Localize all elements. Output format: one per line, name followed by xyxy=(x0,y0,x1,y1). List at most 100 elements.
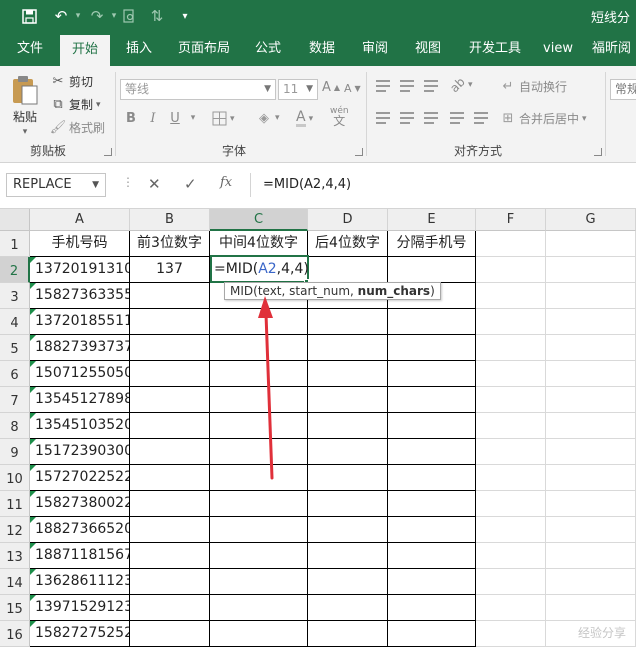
align-right-icon[interactable] xyxy=(424,112,438,124)
row-header-1[interactable]: 1 xyxy=(0,231,30,257)
cell-f16[interactable] xyxy=(476,621,546,647)
wrap-text-button[interactable]: ↵ 自动换行 xyxy=(500,78,567,95)
cell-b2[interactable]: 137 xyxy=(130,257,210,283)
cell-d1[interactable]: 后4位数字 xyxy=(308,231,388,257)
cell-g2[interactable] xyxy=(546,257,636,283)
tooltip-arg-start-num[interactable]: start_num xyxy=(289,284,350,298)
active-cell-c2[interactable]: =MID(A2,4,4) xyxy=(210,255,309,283)
cell-f8[interactable] xyxy=(476,413,546,439)
cell-e2[interactable] xyxy=(388,257,476,283)
cell-g6[interactable] xyxy=(546,361,636,387)
cell-d13[interactable] xyxy=(308,543,388,569)
paste-button[interactable]: 粘贴 ▾ xyxy=(10,74,40,137)
cell-f7[interactable] xyxy=(476,387,546,413)
insert-function-icon[interactable]: fx xyxy=(220,175,232,190)
cell-d15[interactable] xyxy=(308,595,388,621)
cell-e8[interactable] xyxy=(388,413,476,439)
clipboard-launcher-icon[interactable] xyxy=(104,148,112,156)
font-name-combo[interactable]: 等线 ▼ xyxy=(120,79,276,100)
select-all-corner[interactable] xyxy=(0,209,30,231)
tab-data[interactable]: 数据 xyxy=(300,32,344,66)
formula-input[interactable]: =MID(A2,4,4) xyxy=(250,173,636,197)
cell-g14[interactable] xyxy=(546,569,636,595)
cell-c6[interactable] xyxy=(210,361,308,387)
alignment-launcher-icon[interactable] xyxy=(594,148,602,156)
cell-c4[interactable] xyxy=(210,309,308,335)
cell-d14[interactable] xyxy=(308,569,388,595)
font-size-combo[interactable]: 11 ▼ xyxy=(278,79,318,100)
tab-insert[interactable]: 插入 xyxy=(118,32,160,66)
cell-g7[interactable] xyxy=(546,387,636,413)
column-header-c[interactable]: C xyxy=(210,209,308,231)
cell-f4[interactable] xyxy=(476,309,546,335)
cell-d2[interactable] xyxy=(308,257,388,283)
cell-a2[interactable]: 13720191310 xyxy=(30,257,130,283)
cell-e16[interactable] xyxy=(388,621,476,647)
cell-a15[interactable]: 13971529123 xyxy=(30,595,130,621)
cell-e5[interactable] xyxy=(388,335,476,361)
bold-button[interactable]: B xyxy=(122,111,140,126)
cell-b9[interactable] xyxy=(130,439,210,465)
borders-button[interactable]: ▾ xyxy=(212,111,235,126)
align-center-icon[interactable] xyxy=(400,112,414,124)
row-header-13[interactable]: 13 xyxy=(0,543,30,569)
tab-view-en[interactable]: view xyxy=(536,32,580,66)
format-painter-button[interactable]: 🖌 格式刷 xyxy=(50,119,105,136)
cell-c16[interactable] xyxy=(210,621,308,647)
cell-f15[interactable] xyxy=(476,595,546,621)
cell-d11[interactable] xyxy=(308,491,388,517)
grow-font-button[interactable]: A ▲ xyxy=(322,80,340,95)
cell-g5[interactable] xyxy=(546,335,636,361)
cell-e12[interactable] xyxy=(388,517,476,543)
tooltip-arg-num-chars[interactable]: num_chars xyxy=(358,284,430,298)
row-header-9[interactable]: 9 xyxy=(0,439,30,465)
align-left-icon[interactable] xyxy=(376,112,390,124)
tooltip-arg-text[interactable]: text xyxy=(258,284,282,298)
cell-c8[interactable] xyxy=(210,413,308,439)
cell-e11[interactable] xyxy=(388,491,476,517)
cell-e7[interactable] xyxy=(388,387,476,413)
align-middle-icon[interactable] xyxy=(400,80,414,92)
tab-file[interactable]: 文件 xyxy=(8,32,52,66)
cell-c5[interactable] xyxy=(210,335,308,361)
font-launcher-icon[interactable] xyxy=(355,148,363,156)
row-header-15[interactable]: 15 xyxy=(0,595,30,621)
row-header-11[interactable]: 11 xyxy=(0,491,30,517)
cell-d12[interactable] xyxy=(308,517,388,543)
row-header-6[interactable]: 6 xyxy=(0,361,30,387)
cell-f11[interactable] xyxy=(476,491,546,517)
cell-f13[interactable] xyxy=(476,543,546,569)
column-header-b[interactable]: B xyxy=(130,209,210,231)
cell-e4[interactable] xyxy=(388,309,476,335)
cut-button[interactable]: ✂ 剪切 xyxy=(50,73,93,90)
print-preview-icon[interactable] xyxy=(118,6,140,26)
cell-g15[interactable] xyxy=(546,595,636,621)
cell-b5[interactable] xyxy=(130,335,210,361)
tab-view[interactable]: 视图 xyxy=(406,32,450,66)
cell-e9[interactable] xyxy=(388,439,476,465)
cell-a8[interactable]: 13545103520 xyxy=(30,413,130,439)
cell-f14[interactable] xyxy=(476,569,546,595)
cell-b15[interactable] xyxy=(130,595,210,621)
tab-home[interactable]: 开始 xyxy=(60,35,110,66)
cell-g1[interactable] xyxy=(546,231,636,257)
undo-icon[interactable]: ↶ xyxy=(50,6,72,26)
row-header-4[interactable]: 4 xyxy=(0,309,30,335)
cell-b11[interactable] xyxy=(130,491,210,517)
cell-b1[interactable]: 前3位数字 xyxy=(130,231,210,257)
tab-review[interactable]: 审阅 xyxy=(354,32,396,66)
cell-a7[interactable]: 13545127898 xyxy=(30,387,130,413)
italic-button[interactable]: I xyxy=(144,111,162,126)
cell-d7[interactable] xyxy=(308,387,388,413)
cell-a13[interactable]: 18871181567 xyxy=(30,543,130,569)
cell-g10[interactable] xyxy=(546,465,636,491)
cell-b16[interactable] xyxy=(130,621,210,647)
cancel-icon[interactable]: ✕ xyxy=(148,175,161,193)
cell-e1[interactable]: 分隔手机号 xyxy=(388,231,476,257)
cell-a10[interactable]: 15727022522 xyxy=(30,465,130,491)
row-header-14[interactable]: 14 xyxy=(0,569,30,595)
cell-a6[interactable]: 15071255050 xyxy=(30,361,130,387)
cell-f12[interactable] xyxy=(476,517,546,543)
cell-c12[interactable] xyxy=(210,517,308,543)
align-bottom-icon[interactable] xyxy=(424,80,438,92)
